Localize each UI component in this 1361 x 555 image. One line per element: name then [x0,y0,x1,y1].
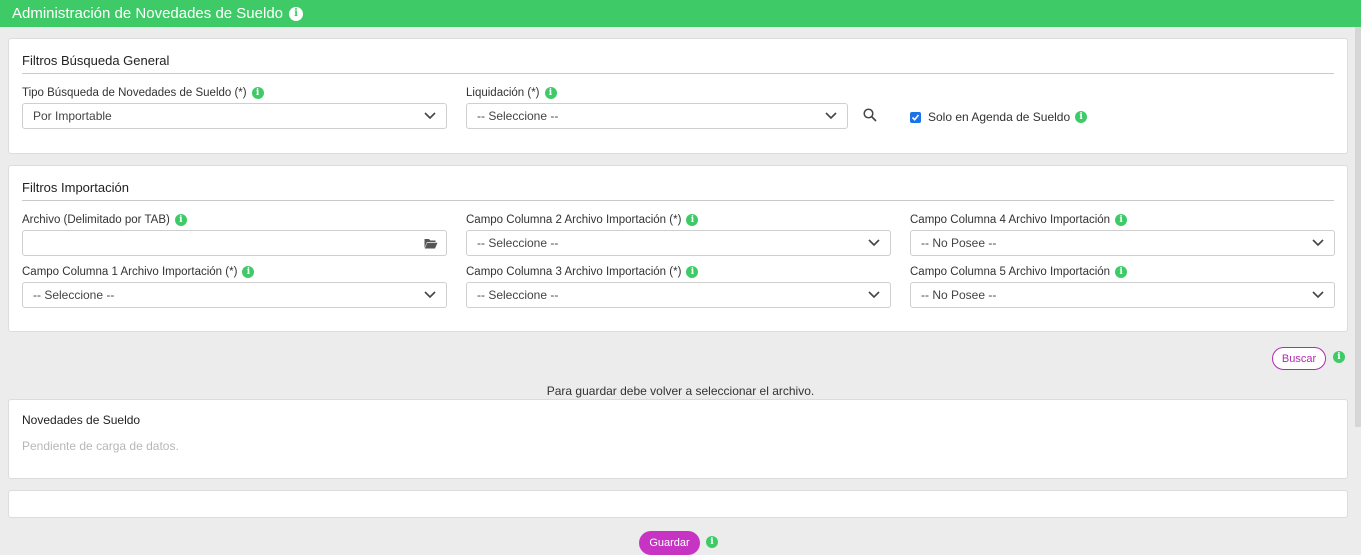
campo3-label: Campo Columna 3 Archivo Importación (*) … [466,266,699,278]
archivo-file-input[interactable] [22,230,447,256]
solo-agenda-label: Solo en Agenda de Sueldo [928,110,1071,124]
tipo-busqueda-label: Tipo Búsqueda de Novedades de Sueldo (*)… [22,87,264,99]
buscar-button[interactable]: Buscar [1272,347,1326,370]
info-icon[interactable]: i [686,266,699,278]
novedades-panel: Novedades de Sueldo Pendiente de carga d… [8,399,1348,479]
liquidacion-label: Liquidación (*) i [466,87,557,99]
page-title: Administración de Novedades de Sueldo [12,5,284,22]
save-notice: Para guardar debe volver a seleccionar e… [546,384,815,398]
chevron-down-icon [868,239,880,247]
campo5-select[interactable]: -- No Posee -- [910,282,1335,308]
import-filters-panel: Filtros Importación Archivo (Delimitado … [8,165,1348,332]
campo2-select[interactable]: -- Seleccione -- [466,230,891,256]
search-icon[interactable] [863,108,877,122]
campo3-select[interactable]: -- Seleccione -- [466,282,891,308]
chevron-down-icon [1312,239,1324,247]
info-icon[interactable]: i [1115,266,1128,278]
divider [22,200,1334,201]
general-filters-panel: Filtros Búsqueda General Tipo Búsqueda d… [8,38,1348,154]
campo5-label: Campo Columna 5 Archivo Importación i [910,266,1128,278]
campo4-select[interactable]: -- No Posee -- [910,230,1335,256]
campo2-label: Campo Columna 2 Archivo Importación (*) … [466,214,699,226]
campo1-label: Campo Columna 1 Archivo Importación (*) … [22,266,255,278]
campo1-select[interactable]: -- Seleccione -- [22,282,447,308]
chevron-down-icon [1312,291,1324,299]
folder-open-icon[interactable] [424,238,438,249]
info-icon[interactable]: i [289,6,304,21]
info-icon[interactable]: i [686,214,699,226]
import-filters-title: Filtros Importación [22,180,129,195]
chevron-down-icon [825,112,837,120]
check-icon [911,113,920,121]
info-icon[interactable]: i [1115,214,1128,226]
liquidacion-select[interactable]: -- Seleccione -- [466,103,848,129]
info-icon[interactable]: i [242,266,255,278]
tipo-busqueda-select[interactable]: Por Importable [22,103,447,129]
solo-agenda-checkbox[interactable] [910,111,921,123]
general-filters-title: Filtros Búsqueda General [22,53,170,68]
info-icon[interactable]: i [706,536,718,548]
guardar-button[interactable]: Guardar [639,531,700,555]
info-icon[interactable]: i [174,214,187,226]
scrollbar[interactable] [1355,27,1361,427]
solo-agenda-option[interactable]: Solo en Agenda de Sueldo i [910,110,1088,124]
empty-panel [8,490,1348,518]
chevron-down-icon [424,112,436,120]
novedades-title: Novedades de Sueldo [22,413,141,427]
info-icon[interactable]: i [544,87,557,99]
chevron-down-icon [424,291,436,299]
page-header: Administración de Novedades de Sueldo i [0,0,1361,27]
novedades-status: Pendiente de carga de datos. [22,439,179,453]
archivo-label: Archivo (Delimitado por TAB) i [22,214,187,226]
campo4-label: Campo Columna 4 Archivo Importación i [910,214,1128,226]
info-icon[interactable]: i [251,87,264,99]
divider [22,73,1334,74]
info-icon[interactable]: i [1075,111,1088,123]
info-icon[interactable]: i [1333,351,1345,363]
chevron-down-icon [868,291,880,299]
